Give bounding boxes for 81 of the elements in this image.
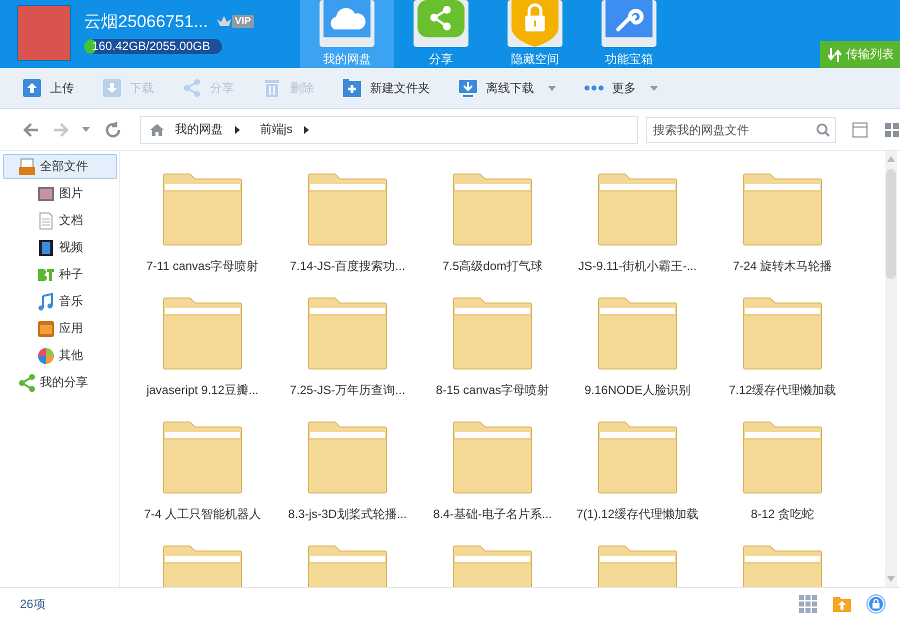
folder-name[interactable]: 8-15 canvas字母喷射 bbox=[436, 382, 550, 399]
search-field[interactable]: 搜索我的网盘文件 bbox=[646, 116, 836, 142]
item-count: 26项 bbox=[20, 596, 46, 612]
upload-icon[interactable] bbox=[22, 78, 42, 98]
folder-icon[interactable] bbox=[162, 421, 243, 494]
storage-bar: 160.42GB/2055.00GB bbox=[84, 39, 222, 54]
sidebar-item[interactable]: 视频 bbox=[3, 235, 117, 260]
folder-icon[interactable] bbox=[742, 421, 823, 494]
folder-name[interactable]: 7(1).12缓存代理懒加载 bbox=[576, 506, 699, 523]
folder-icon[interactable] bbox=[307, 421, 388, 494]
folder-name[interactable]: 7-4 人工只智能机器人 bbox=[144, 506, 261, 523]
back-icon[interactable] bbox=[22, 120, 40, 138]
refresh-icon[interactable] bbox=[104, 120, 122, 138]
folder-name[interactable]: 7-11 canvas字母喷射 bbox=[146, 258, 259, 275]
image-icon[interactable] bbox=[37, 184, 55, 202]
scroll-up-icon[interactable] bbox=[887, 156, 895, 162]
folder-icon[interactable] bbox=[307, 173, 388, 246]
video-icon[interactable] bbox=[37, 238, 55, 256]
folder-icon[interactable] bbox=[597, 421, 678, 494]
sidebar-item[interactable]: 其他 bbox=[3, 343, 117, 368]
folder-name[interactable]: 7.5高级dom打气球 bbox=[442, 258, 543, 275]
avatar-photo-placeholder bbox=[17, 5, 71, 61]
toolbar-button[interactable]: 上传 bbox=[20, 73, 90, 103]
folder-name[interactable]: 7.14-JS-百度搜索功... bbox=[290, 258, 406, 275]
folder-name[interactable]: javaseript 9.12豆瓣... bbox=[146, 382, 259, 399]
folder-icon[interactable] bbox=[307, 297, 388, 370]
folder-icon[interactable] bbox=[597, 173, 678, 246]
forward-icon[interactable] bbox=[52, 120, 70, 138]
folder-name[interactable]: 8.3-js-3D划桨式轮播... bbox=[288, 506, 407, 523]
folder-icon[interactable] bbox=[162, 297, 243, 370]
toolbar-button[interactable]: 更多 bbox=[582, 73, 674, 103]
breadcrumb-link[interactable]: 前端js bbox=[256, 121, 296, 138]
folder-icon[interactable] bbox=[452, 421, 533, 494]
folder-icon[interactable] bbox=[742, 297, 823, 370]
username: 云烟25066751... bbox=[84, 11, 208, 33]
folder-name[interactable]: JS-9.11-街机小霸王-... bbox=[578, 258, 697, 275]
doc-icon[interactable] bbox=[37, 212, 55, 230]
lock-icon[interactable] bbox=[506, 0, 564, 47]
toolbar-button[interactable]: 离线下载 bbox=[456, 73, 572, 103]
tools-icon[interactable] bbox=[600, 0, 658, 47]
folder-name[interactable]: 8-12 贪吃蛇 bbox=[750, 506, 814, 523]
folder-name[interactable]: 7.12缓存代理懒加载 bbox=[728, 382, 836, 399]
music-icon[interactable] bbox=[37, 292, 55, 310]
folder-icon[interactable] bbox=[452, 173, 533, 246]
scrollbar-thumb[interactable] bbox=[886, 169, 896, 279]
breadcrumb-arrow-icon[interactable] bbox=[304, 126, 310, 134]
transfer-arrows-icon[interactable] bbox=[828, 46, 842, 62]
scroll-down-icon[interactable] bbox=[887, 576, 895, 582]
breadcrumb-link[interactable]: 我的网盘 bbox=[170, 121, 227, 138]
sidebar-item[interactable]: 我的分享 bbox=[3, 370, 117, 395]
breadcrumb-arrow-icon[interactable] bbox=[234, 126, 240, 134]
home-icon[interactable] bbox=[148, 122, 165, 136]
folder-name[interactable]: 9.16NODE人脸识别 bbox=[584, 382, 691, 399]
sidebar-item[interactable]: 全部文件 bbox=[3, 154, 117, 179]
folder-icon[interactable] bbox=[452, 297, 533, 370]
sidebar-item[interactable]: 文档 bbox=[3, 208, 117, 233]
folder-upload-icon[interactable] bbox=[832, 594, 852, 614]
newfolder-icon[interactable] bbox=[342, 78, 362, 98]
cloud-icon[interactable] bbox=[318, 0, 376, 47]
toolbar-button[interactable]: 新建文件夹 bbox=[340, 73, 446, 103]
sidebar-item[interactable]: 种子 bbox=[3, 262, 117, 287]
grid-view-icon[interactable] bbox=[884, 122, 900, 138]
folder-name[interactable]: 7.25-JS-万年历查询... bbox=[290, 382, 406, 399]
share-icon[interactable] bbox=[412, 0, 470, 47]
sidebar-item[interactable]: 音乐 bbox=[3, 289, 117, 314]
grid-apps-icon[interactable] bbox=[798, 594, 818, 614]
scrollbar[interactable] bbox=[885, 151, 897, 587]
folder-name[interactable]: 8.4-基础-电子名片系... bbox=[433, 506, 552, 523]
caret-icon[interactable] bbox=[650, 86, 658, 90]
history-caret-icon[interactable] bbox=[82, 127, 90, 132]
folder-name[interactable]: 7-24 旋转木马轮播 bbox=[732, 258, 832, 275]
folder-icon[interactable] bbox=[742, 173, 823, 246]
sidebar-item[interactable]: 图片 bbox=[3, 181, 117, 206]
list-view-icon[interactable] bbox=[852, 122, 868, 138]
search-icon[interactable] bbox=[816, 122, 830, 136]
folder-icon[interactable] bbox=[162, 173, 243, 246]
folder-icon[interactable] bbox=[597, 297, 678, 370]
sidebar-item[interactable]: 应用 bbox=[3, 316, 117, 341]
caret-icon[interactable] bbox=[548, 86, 556, 90]
lock-icon[interactable] bbox=[866, 594, 886, 614]
share-icon[interactable] bbox=[18, 374, 36, 392]
